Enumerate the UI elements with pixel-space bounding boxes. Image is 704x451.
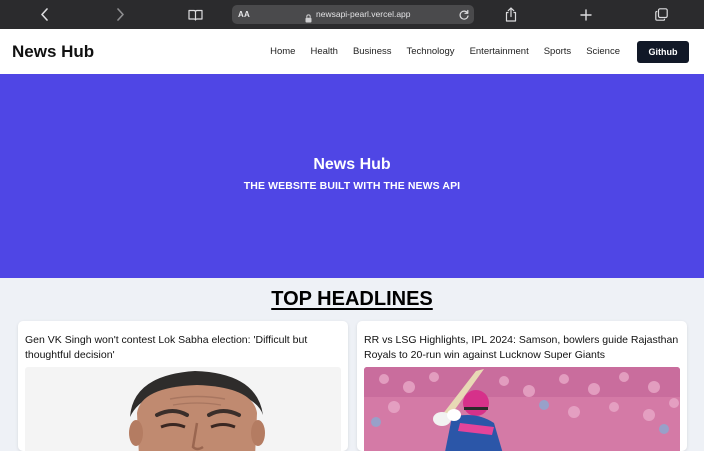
share-icon[interactable] bbox=[503, 0, 519, 29]
news-card-image[interactable] bbox=[25, 367, 341, 451]
github-button[interactable]: Github bbox=[637, 41, 689, 63]
nav-link-sports[interactable]: Sports bbox=[544, 46, 571, 57]
news-card[interactable]: RR vs LSG Highlights, IPL 2024: Samson, … bbox=[357, 321, 687, 451]
news-card-title[interactable]: Gen VK Singh won't contest Lok Sabha ele… bbox=[25, 333, 341, 363]
lock-icon bbox=[305, 10, 312, 28]
back-chevron-icon[interactable] bbox=[36, 0, 52, 29]
url-text: newsapi-pearl.vercel.app bbox=[316, 9, 411, 19]
forward-chevron-icon[interactable] bbox=[112, 0, 128, 29]
bookmarks-book-icon[interactable] bbox=[186, 0, 204, 29]
hero-title: News Hub bbox=[313, 156, 391, 173]
site-navbar: News Hub Home Health Business Technology… bbox=[0, 29, 704, 74]
tabs-overview-icon[interactable] bbox=[653, 0, 669, 29]
address-bar[interactable]: AA newsapi-pearl.vercel.app bbox=[232, 5, 474, 24]
text-size-button[interactable]: AA bbox=[238, 5, 250, 24]
reload-icon[interactable] bbox=[458, 8, 470, 26]
nav-link-entertainment[interactable]: Entertainment bbox=[470, 46, 529, 57]
nav-link-science[interactable]: Science bbox=[586, 46, 620, 57]
site-brand[interactable]: News Hub bbox=[12, 29, 94, 74]
browser-toolbar: AA newsapi-pearl.vercel.app bbox=[0, 0, 704, 29]
nav-link-technology[interactable]: Technology bbox=[407, 46, 455, 57]
new-tab-plus-icon[interactable] bbox=[578, 0, 594, 29]
hero-subtitle: THE WEBSITE BUILT WITH THE NEWS API bbox=[243, 180, 461, 192]
top-headlines-heading: TOP HEADLINES bbox=[271, 288, 433, 310]
nav-link-health[interactable]: Health bbox=[310, 46, 337, 57]
nav-link-business[interactable]: Business bbox=[353, 46, 392, 57]
news-card[interactable]: Gen VK Singh won't contest Lok Sabha ele… bbox=[18, 321, 348, 451]
hero-banner: News Hub THE WEBSITE BUILT WITH THE NEWS… bbox=[0, 74, 704, 278]
nav-links: Home Health Business Technology Entertai… bbox=[270, 29, 620, 74]
news-card-image[interactable] bbox=[364, 367, 680, 451]
nav-link-home[interactable]: Home bbox=[270, 46, 295, 57]
news-card-title[interactable]: RR vs LSG Highlights, IPL 2024: Samson, … bbox=[364, 333, 680, 363]
